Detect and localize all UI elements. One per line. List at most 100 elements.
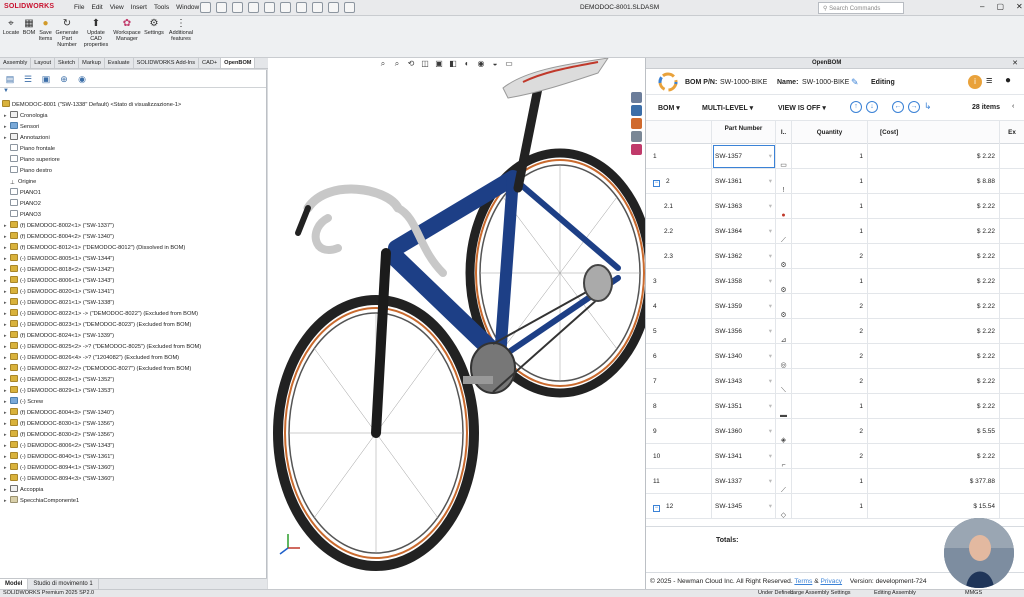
dropdown-arrow-icon[interactable]: ▾ — [769, 294, 772, 319]
tab-layout[interactable]: Layout — [31, 58, 56, 68]
extra-cell[interactable] — [1000, 219, 1024, 244]
part-number-cell[interactable]: SW-1360 ▾ — [712, 419, 776, 444]
cost-cell[interactable]: $ 5.55 — [868, 419, 1000, 444]
extra-cell[interactable] — [1000, 344, 1024, 369]
quantity-cell[interactable]: 2 — [792, 444, 868, 469]
table-row[interactable]: 11 SW-1337 ▾ ⟋ 1 $ 377.88 — [646, 469, 1024, 494]
print-icon[interactable] — [264, 2, 275, 13]
redo-icon[interactable] — [296, 2, 307, 13]
extra-cell[interactable] — [1000, 319, 1024, 344]
tree-item[interactable]: ▸ (f) DEMODOC-8030<1> ("SW-1356") — [0, 419, 266, 430]
filter-icon[interactable]: ▼ — [0, 88, 266, 98]
graphics-viewport[interactable] — [268, 58, 645, 589]
dropdown-arrow-icon[interactable]: ▾ — [769, 319, 772, 344]
tab-assembly[interactable]: Assembly — [0, 58, 32, 68]
rebuild-icon[interactable] — [328, 2, 339, 13]
cost-cell[interactable]: $ 2.22 — [868, 244, 1000, 269]
quantity-cell[interactable]: 1 — [792, 394, 868, 419]
tree-item[interactable]: ▸ (f) DEMODOC-8004<2> ("SW-1340") — [0, 232, 266, 243]
dropdown-arrow-icon[interactable]: ▾ — [769, 194, 772, 219]
table-row[interactable]: 7 SW-1343 ▾ ⟍ 2 $ 2.22 — [646, 369, 1024, 394]
part-number-cell[interactable]: SW-1345 ▾ — [712, 494, 776, 519]
extra-cell[interactable] — [1000, 469, 1024, 494]
table-row[interactable]: 5 SW-1356 ▾ ⊿ 2 $ 2.22 — [646, 319, 1024, 344]
part-number-cell[interactable]: SW-1351 ▾ — [712, 394, 776, 419]
display-icon[interactable]: ◉ — [76, 73, 88, 85]
extra-cell[interactable] — [1000, 269, 1024, 294]
cost-cell[interactable]: $ 2.22 — [868, 344, 1000, 369]
dropdown-arrow-icon[interactable]: ▾ — [769, 369, 772, 394]
part-number-cell[interactable]: SW-1358 ▾ — [712, 269, 776, 294]
part-number-cell[interactable]: SW-1340 ▾ — [712, 344, 776, 369]
indent-icon[interactable]: → — [908, 101, 920, 113]
maximize-icon[interactable]: ▢ — [996, 2, 1004, 11]
col-header-part-number[interactable]: Part Number — [712, 121, 776, 144]
tree-item[interactable]: ▸ (-) DEMODOC-8094<1> ("SW-1360") — [0, 463, 266, 474]
hamburger-menu-icon[interactable]: ≡ — [986, 75, 992, 87]
terms-link[interactable]: Terms — [794, 578, 812, 585]
tab-motion-study[interactable]: Studio di movimento 1 — [28, 579, 99, 589]
cost-cell[interactable]: $ 2.22 — [868, 219, 1000, 244]
move-up-icon[interactable]: ↑ — [850, 101, 862, 113]
tree-item[interactable]: ▸ (f) DEMODOC-8012<1> ("DEMODOC-8012") (D… — [0, 243, 266, 254]
quantity-cell[interactable]: 1 — [792, 469, 868, 494]
user-icon[interactable]: ● — [1005, 75, 1011, 86]
tab-addins[interactable]: SOLIDWORKS Add-Ins — [134, 58, 200, 68]
undo-icon[interactable] — [280, 2, 291, 13]
table-row[interactable]: 8 SW-1351 ▾ ▬ 1 $ 2.22 — [646, 394, 1024, 419]
part-number-cell[interactable]: SW-1337 ▾ — [712, 469, 776, 494]
cost-cell[interactable]: $ 2.22 — [868, 269, 1000, 294]
tree-item[interactable]: ▸ (f) DEMODOC-8004<3> ("SW-1340") — [0, 408, 266, 419]
locate-button[interactable]: ⌖ Locate — [2, 18, 20, 36]
part-number-cell[interactable]: SW-1364 ▾ — [712, 219, 776, 244]
cost-cell[interactable]: $ 15.54 — [868, 494, 1000, 519]
tree-item[interactable]: Piano superiore — [0, 155, 266, 166]
tree-item[interactable]: ▸ (f) DEMODOC-8002<1> ("SW-1337") — [0, 221, 266, 232]
outdent-icon[interactable]: ← — [892, 101, 904, 113]
col-header-image[interactable]: I.. — [776, 121, 792, 144]
extra-cell[interactable] — [1000, 494, 1024, 519]
tab-cadplus[interactable]: CAD+ — [199, 58, 222, 68]
extra-cell[interactable] — [1000, 244, 1024, 269]
settings-button[interactable]: ⚙ Settings — [143, 18, 165, 36]
tree-item[interactable]: ▸ (-) DEMODOC-8018<2> ("SW-1342") — [0, 265, 266, 276]
dropdown-arrow-icon[interactable]: ▾ — [769, 244, 772, 269]
display-style-icon[interactable]: ◧ — [448, 59, 458, 69]
thumbnail-cell[interactable]: ◇ — [776, 494, 792, 519]
col-header-quantity[interactable]: Quantity — [792, 121, 868, 144]
thumbnail-cell[interactable]: ● — [776, 194, 792, 219]
tab-sketch[interactable]: Sketch — [55, 58, 80, 68]
menu-insert[interactable]: Insert — [131, 4, 147, 12]
tree-item[interactable]: ▸ (-) DEMODOC-8025<2> ->? ("DEMODOC-8025"… — [0, 342, 266, 353]
quantity-cell[interactable]: 2 — [792, 294, 868, 319]
extra-cell[interactable] — [1000, 294, 1024, 319]
thumbnail-cell[interactable]: ⚙ — [776, 294, 792, 319]
collapse-row-icon[interactable]: − — [653, 180, 660, 187]
tree-item[interactable]: ▸ (-) DEMODOC-8006<2> ("SW-1343") — [0, 441, 266, 452]
update-cad-properties-button[interactable]: ⬆ Update CAD properties — [82, 18, 110, 48]
design-library-icon[interactable] — [631, 105, 642, 116]
view-settings-icon[interactable]: ▭ — [504, 59, 514, 69]
minimize-icon[interactable]: – — [980, 2, 984, 11]
tree-icon[interactable]: ▤ — [4, 73, 16, 85]
dropdown-arrow-icon[interactable]: ▾ — [769, 494, 772, 519]
generate-part-number-button[interactable]: ↻ Generate Part Number — [54, 18, 80, 48]
col-header-cost[interactable]: [Cost] — [868, 121, 1000, 144]
cost-cell[interactable]: $ 2.22 — [868, 394, 1000, 419]
part-number-cell[interactable]: SW-1356 ▾ — [712, 319, 776, 344]
tree-item[interactable]: PIANO1 — [0, 188, 266, 199]
thumbnail-cell[interactable]: ! — [776, 169, 792, 194]
info-icon[interactable]: i — [968, 75, 982, 89]
view-dropdown[interactable]: VIEW IS OFF ▾ — [778, 104, 826, 112]
cost-cell[interactable]: $ 8.88 — [868, 169, 1000, 194]
extra-cell[interactable] — [1000, 144, 1024, 169]
quantity-cell[interactable]: 2 — [792, 344, 868, 369]
quantity-cell[interactable]: 2 — [792, 244, 868, 269]
tab-model[interactable]: Model — [0, 579, 29, 589]
extra-cell[interactable] — [1000, 444, 1024, 469]
dropdown-arrow-icon[interactable]: ▾ — [769, 169, 772, 194]
bom-dropdown[interactable]: BOM ▾ — [658, 104, 680, 112]
menu-tools[interactable]: Tools — [154, 4, 169, 12]
tree-item[interactable]: ▸ (-) DEMODOC-8040<1> ("SW-1361") — [0, 452, 266, 463]
collapse-icon[interactable]: ‹ — [1012, 103, 1014, 110]
